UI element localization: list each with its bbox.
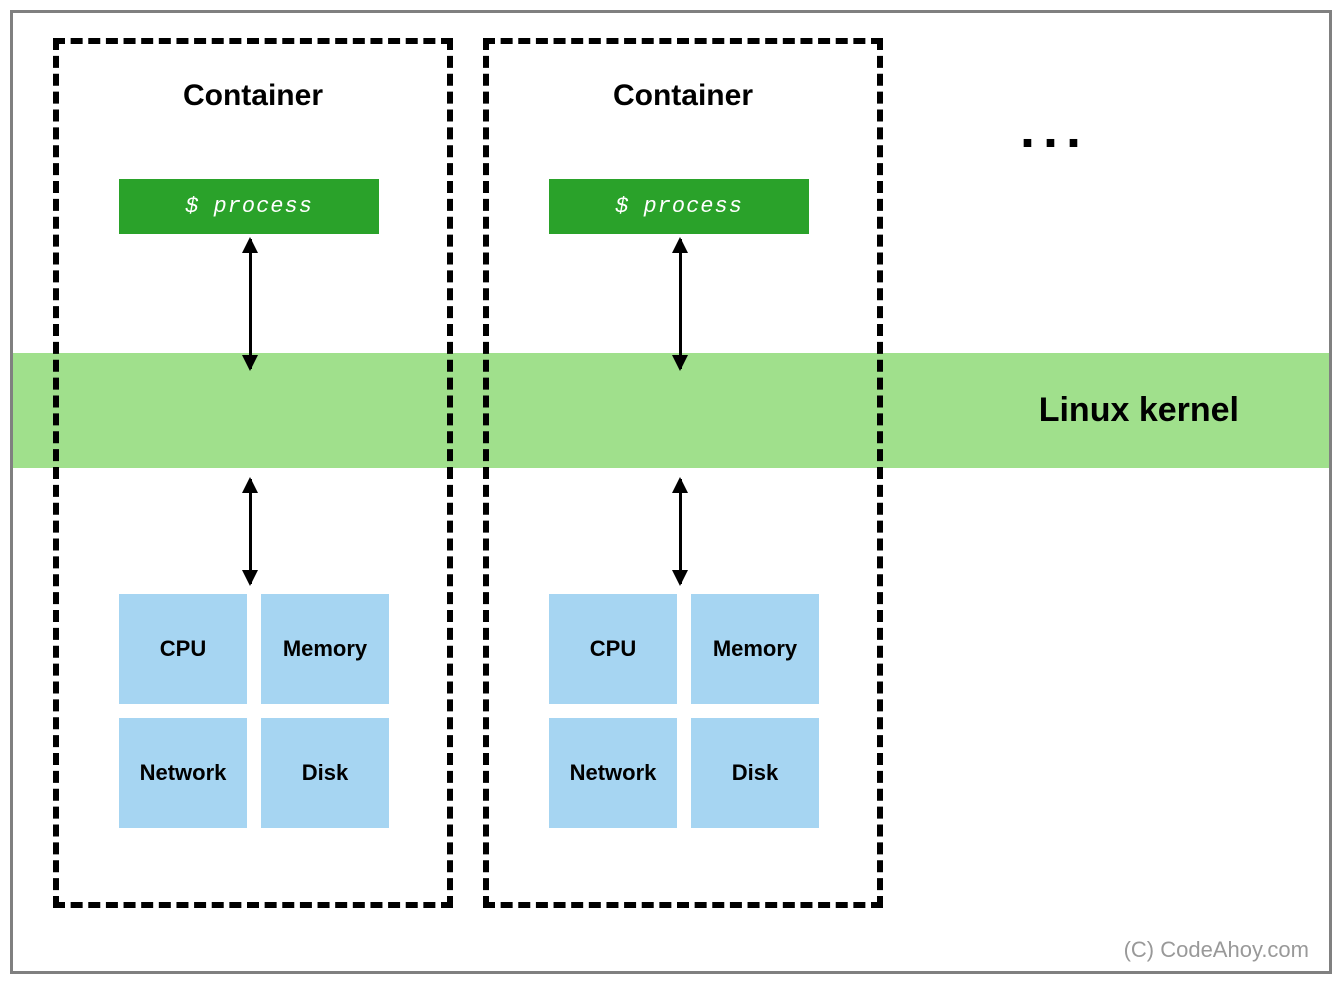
process-box: $ process xyxy=(119,179,379,234)
arrow-kernel-resources xyxy=(679,479,682,584)
ellipsis-more-containers: ... xyxy=(1020,98,1089,160)
attribution-text: (C) CodeAhoy.com xyxy=(1124,937,1309,963)
resource-disk: Disk xyxy=(691,718,819,828)
resources-grid: CPU Memory Network Disk xyxy=(119,594,389,828)
resource-memory: Memory xyxy=(691,594,819,704)
resource-memory: Memory xyxy=(261,594,389,704)
resource-cpu: CPU xyxy=(119,594,247,704)
process-box: $ process xyxy=(549,179,809,234)
diagram-frame: Linux kernel Container $ process CPU Mem… xyxy=(10,10,1332,974)
arrow-process-kernel xyxy=(679,239,682,369)
arrow-process-kernel xyxy=(249,239,252,369)
resource-cpu: CPU xyxy=(549,594,677,704)
resource-network: Network xyxy=(549,718,677,828)
linux-kernel-label: Linux kernel xyxy=(1039,391,1239,430)
resource-network: Network xyxy=(119,718,247,828)
arrow-kernel-resources xyxy=(249,479,252,584)
resource-disk: Disk xyxy=(261,718,389,828)
container-box-1: Container $ process CPU Memory Network D… xyxy=(53,38,453,908)
container-title: Container xyxy=(489,79,877,113)
container-title: Container xyxy=(59,79,447,113)
resources-grid: CPU Memory Network Disk xyxy=(549,594,819,828)
container-box-2: Container $ process CPU Memory Network D… xyxy=(483,38,883,908)
